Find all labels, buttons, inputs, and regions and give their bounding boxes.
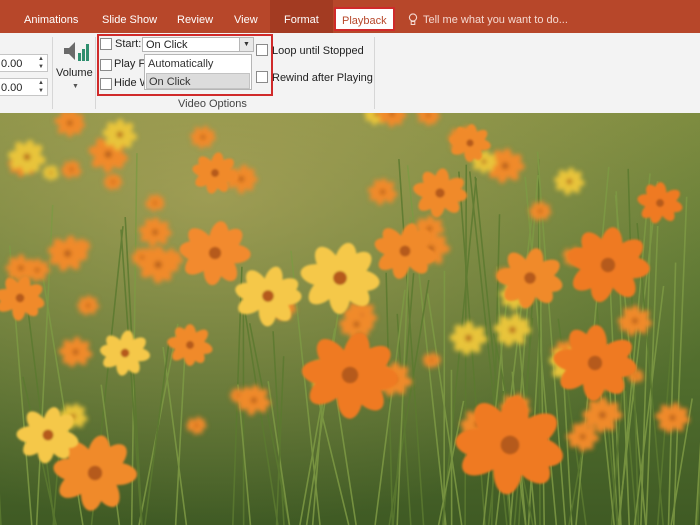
group-divider	[374, 37, 375, 109]
spinner-arrows-icon[interactable]: ▲ ▼	[37, 79, 45, 95]
spinner-arrows-icon[interactable]: ▲ ▼	[37, 55, 45, 71]
option-on-click[interactable]: On Click	[146, 73, 250, 89]
tab-review[interactable]: Review	[177, 0, 213, 33]
speaker-volume-icon[interactable]	[62, 39, 90, 65]
start-dropdown[interactable]: On Click ▼	[142, 37, 254, 52]
fade-in-value: 0.00	[1, 58, 23, 70]
volume-label[interactable]: Volume	[56, 67, 93, 79]
lightbulb-icon	[408, 13, 418, 25]
fade-out-spinner[interactable]: 0.00 ▲ ▼	[0, 78, 48, 96]
cosmos-flowers-video-image	[0, 113, 700, 525]
tab-animations[interactable]: Animations	[24, 0, 78, 33]
start-dropdown-value: On Click	[146, 39, 188, 51]
tell-me-search[interactable]: Tell me what you want to do...	[408, 0, 568, 33]
tab-playback[interactable]: Playback	[334, 7, 395, 31]
video-options-group-label: Video Options	[178, 98, 247, 110]
group-divider	[95, 37, 96, 109]
tab-slide-show[interactable]: Slide Show	[102, 0, 157, 33]
fade-in-spinner[interactable]: 0.00 ▲ ▼	[0, 54, 48, 72]
group-divider	[52, 37, 53, 109]
loop-until-stopped-label[interactable]: Loop until Stopped	[272, 45, 364, 57]
ribbon-tab-bar: Animations Slide Show Review View Format…	[0, 0, 700, 33]
video-frame[interactable]	[0, 113, 700, 525]
tab-view[interactable]: View	[234, 0, 258, 33]
tab-format[interactable]: Format	[270, 0, 333, 33]
tell-me-text: Tell me what you want to do...	[423, 14, 568, 26]
option-automatically[interactable]: Automatically	[146, 56, 250, 72]
chevron-down-icon[interactable]: ▼	[72, 83, 79, 90]
rewind-after-playing-label[interactable]: Rewind after Playing	[272, 72, 373, 84]
start-dropdown-list: Automatically On Click	[144, 54, 252, 90]
fade-out-value: 0.00	[1, 82, 23, 94]
chevron-down-icon[interactable]: ▼	[239, 38, 253, 51]
